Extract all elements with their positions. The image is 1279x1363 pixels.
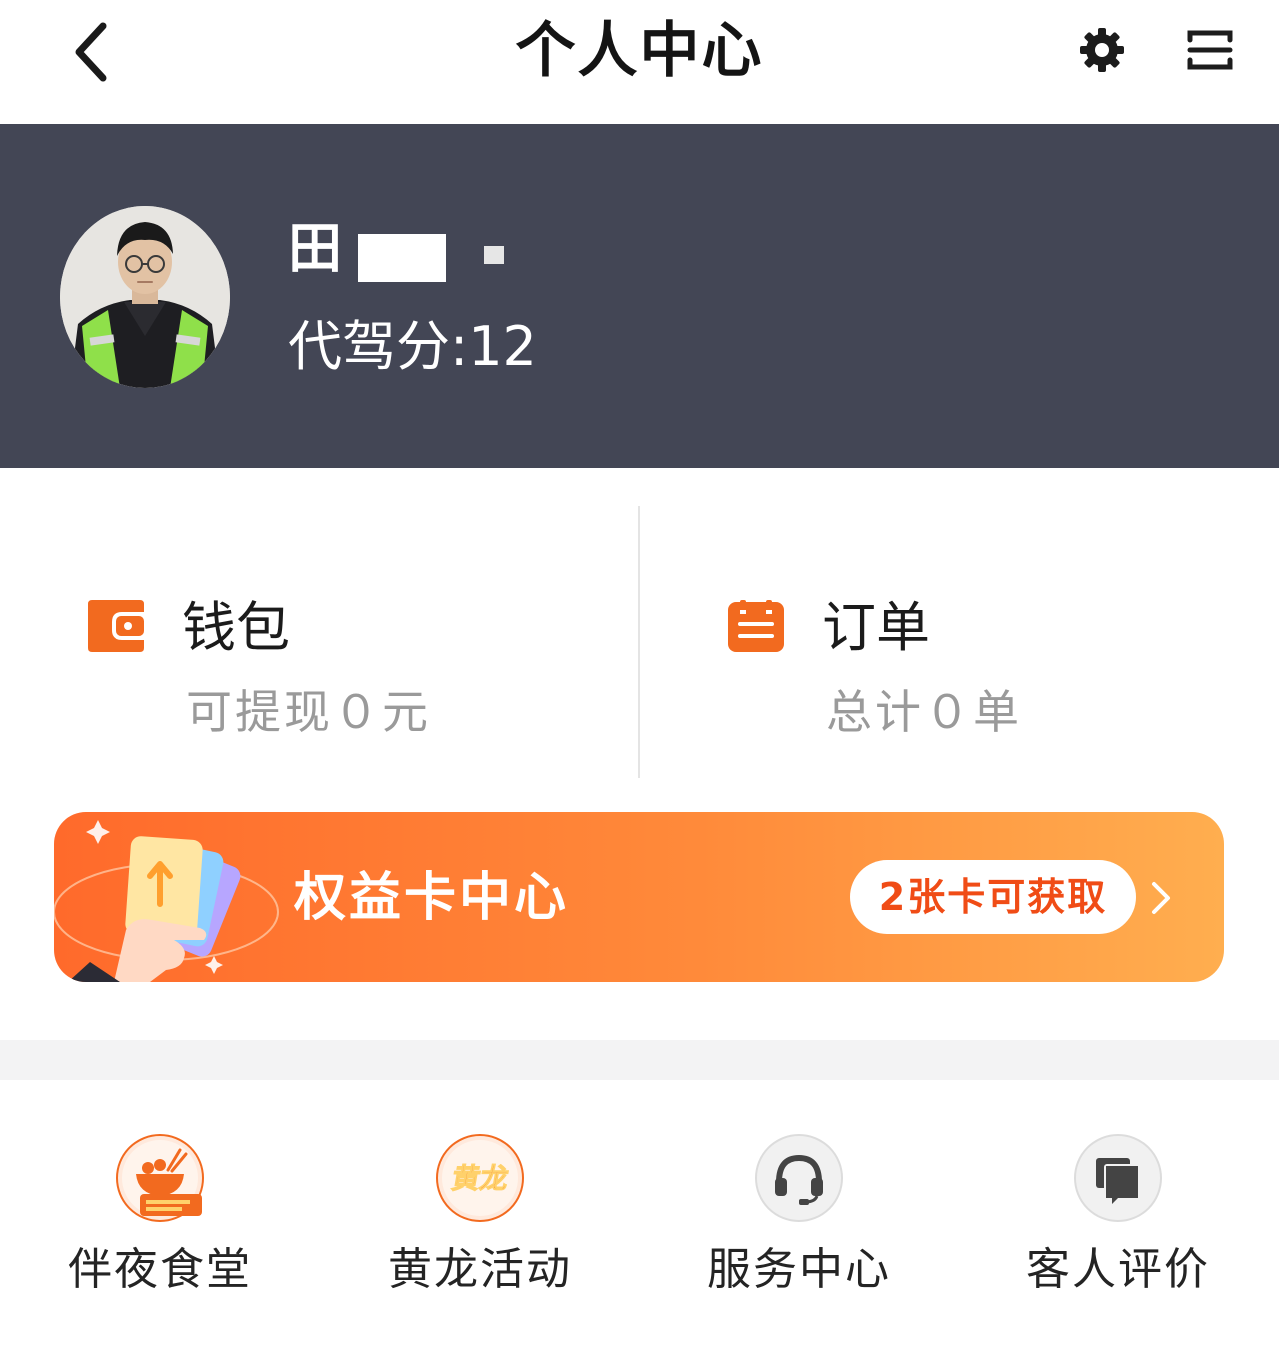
review-cards-icon (1074, 1134, 1162, 1222)
orders-total: 总计０单 (826, 685, 1022, 739)
scan-icon (1187, 30, 1233, 70)
shortcut-label: 伴夜食堂 (68, 1244, 252, 1295)
wallet-balance: 可提现０元 (186, 685, 431, 739)
card-hand-illustration (54, 820, 279, 982)
scan-button[interactable] (1180, 20, 1240, 80)
banner-title: 权益卡中心 (294, 868, 570, 928)
avatar-photo (60, 206, 230, 388)
top-nav-bar: 个人中心 (0, 0, 1279, 124)
order-list-icon (728, 600, 784, 652)
name-redaction (358, 234, 446, 282)
shortcut-label: 黄龙活动 (388, 1244, 572, 1295)
wallet-entry[interactable]: 钱包 可提现０元 (86, 588, 566, 748)
gear-icon (1080, 28, 1124, 72)
available-cards-badge[interactable]: 2张卡可获取 (850, 860, 1136, 934)
profile-header: 田 代驾分:12 (0, 124, 1279, 468)
shortcut-night-canteen[interactable]: 伴夜食堂 (30, 1134, 290, 1324)
stats-divider (638, 506, 640, 778)
name-redaction-dot (484, 246, 504, 264)
avatar[interactable] (60, 206, 230, 388)
settings-button[interactable] (1072, 20, 1132, 80)
shortcut-label: 服务中心 (707, 1244, 891, 1295)
driver-score: 代驾分:12 (288, 315, 537, 378)
wallet-title: 钱包 (182, 596, 290, 659)
shortcut-guest-reviews[interactable]: 客人评价 (988, 1134, 1248, 1324)
shortcut-huanglong-activity[interactable]: 黄龙 黄龙活动 (350, 1134, 610, 1324)
wallet-icon (88, 600, 144, 652)
section-divider (0, 1040, 1279, 1080)
huanglong-logo-text: 黄龙 (449, 1162, 511, 1195)
user-name: 田 (288, 217, 342, 280)
headset-icon (755, 1134, 843, 1222)
shortcut-service-center[interactable]: 服务中心 (669, 1134, 929, 1324)
orders-title: 订单 (822, 596, 930, 659)
night-canteen-icon (116, 1134, 204, 1222)
huanglong-logo-icon: 黄龙 (436, 1134, 524, 1222)
chevron-right-icon (1152, 882, 1170, 914)
stats-panel: 钱包 可提现０元 订单 总计０单 (0, 468, 1279, 798)
shortcut-grid: 伴夜食堂 黄龙 黄龙活动 服务中心 客人评价 (0, 1080, 1279, 1363)
orders-entry[interactable]: 订单 总计０单 (726, 588, 1206, 748)
rights-card-banner[interactable]: 权益卡中心 2张卡可获取 (54, 812, 1224, 982)
shortcut-label: 客人评价 (1026, 1244, 1210, 1295)
